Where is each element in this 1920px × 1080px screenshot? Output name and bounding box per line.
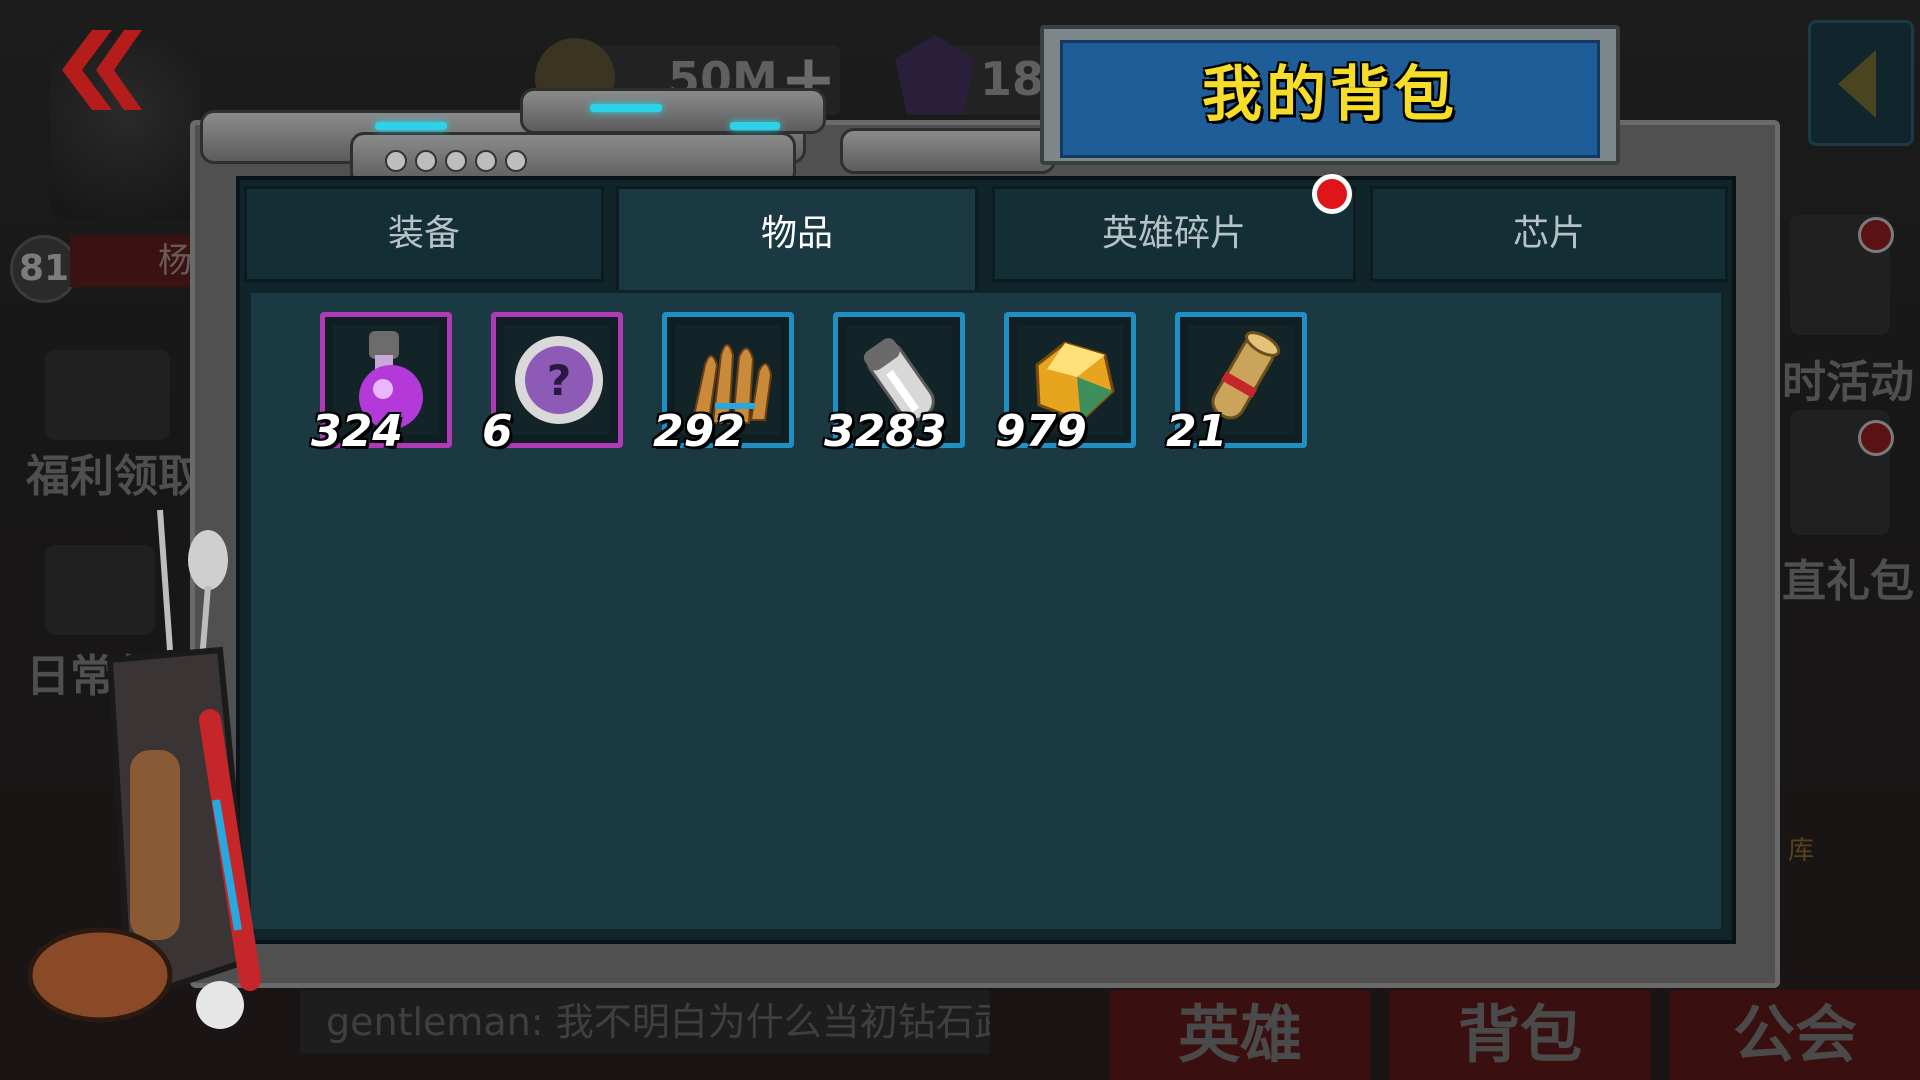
pipe-decoration <box>520 88 826 134</box>
golf-bag-icon <box>27 509 261 1029</box>
mystery-chip-icon: ? <box>515 336 603 424</box>
item-count: 324 <box>311 406 403 457</box>
player-level-badge: 81 <box>10 235 78 303</box>
tab-hero-shards[interactable]: 英雄碎片 <box>992 186 1356 282</box>
item-slot[interactable]: ? 6 <box>482 312 623 457</box>
item-slot[interactable]: 324 <box>311 312 452 457</box>
indicator-light <box>730 122 780 130</box>
welfare-icon[interactable] <box>45 350 170 440</box>
side-label-vault[interactable]: 库 <box>1788 830 1814 867</box>
bolt-icon <box>385 150 407 172</box>
nav-backpack[interactable]: 背包 <box>1390 990 1650 1080</box>
tab-items[interactable]: 物品 <box>616 186 978 296</box>
bolt-icon <box>475 150 497 172</box>
bolt-icon <box>415 150 437 172</box>
item-slot[interactable]: 21 <box>1166 312 1307 457</box>
chat-user: gentleman: <box>326 1000 544 1044</box>
hero-shards-notification-dot <box>1312 174 1352 214</box>
gem-amount: 18 <box>980 52 1045 106</box>
gift-notification-dot <box>1858 420 1894 456</box>
chat-message: 我不明白为什么当初钻石武 <box>555 1000 990 1044</box>
event-notification-dot <box>1858 217 1894 253</box>
item-slot[interactable]: 3283 <box>824 312 965 457</box>
pipe-decoration <box>840 128 1056 174</box>
item-count: 3283 <box>824 406 947 457</box>
item-slot[interactable]: 979 <box>995 312 1136 457</box>
player-name: 杨 <box>158 241 192 281</box>
item-slot-inner: ? <box>504 325 610 435</box>
item-count: 979 <box>995 406 1087 457</box>
tab-chips[interactable]: 芯片 <box>1370 186 1728 282</box>
modal-title: 我的背包 <box>1202 60 1458 130</box>
svg-text:?: ? <box>547 356 571 405</box>
bolt-icon <box>505 150 527 172</box>
side-label-welfare[interactable]: 福利领取 <box>26 440 202 504</box>
item-slot[interactable]: 292 <box>653 312 794 457</box>
item-grid-area <box>248 290 1724 932</box>
item-count: 292 <box>653 406 745 457</box>
arrow-left-icon <box>1838 50 1876 118</box>
side-label-gift[interactable]: 直礼包 <box>1782 545 1914 609</box>
bolt-icon <box>445 150 467 172</box>
side-label-event[interactable]: 时活动 <box>1782 346 1914 410</box>
item-count: 6 <box>482 406 513 457</box>
indicator-light <box>375 122 447 130</box>
nav-guild[interactable]: 公会 <box>1670 990 1920 1080</box>
indicator-light <box>590 104 662 112</box>
nav-heroes[interactable]: 英雄 <box>1110 990 1370 1080</box>
item-count: 21 <box>1166 406 1228 457</box>
tab-equipment[interactable]: 装备 <box>244 186 604 282</box>
chat-box[interactable]: gentleman: 我不明白为什么当初钻石武 <box>300 990 990 1054</box>
back-button-icon[interactable] <box>52 30 142 110</box>
